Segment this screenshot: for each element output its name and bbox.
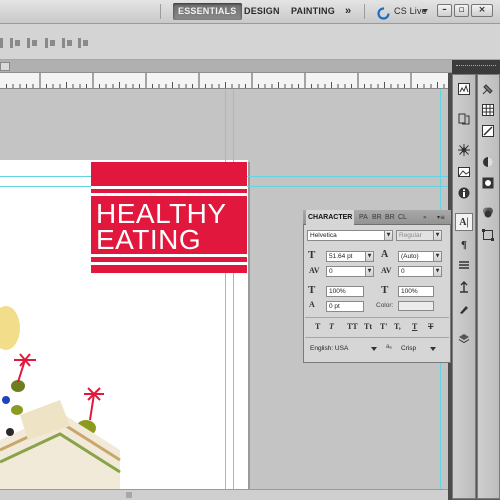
logo-stripe: [91, 186, 247, 189]
ruler-ticks: [6, 73, 445, 88]
tab-clone-source[interactable]: CL: [396, 210, 409, 225]
swatches-icon[interactable]: [481, 103, 495, 117]
history-icon[interactable]: [457, 112, 471, 126]
paragraph-icon[interactable]: ¶: [457, 238, 471, 252]
chevron-down-icon[interactable]: ▼: [433, 230, 442, 241]
divider: [305, 317, 449, 318]
chevron-down-icon[interactable]: [422, 9, 428, 13]
kerning-field[interactable]: 0: [326, 266, 366, 277]
color-swatch[interactable]: [398, 301, 434, 311]
toolbar-separator: [160, 4, 161, 19]
chevron-down-icon[interactable]: ▼: [433, 251, 442, 262]
chevron-down-icon[interactable]: ▼: [365, 251, 374, 262]
application-bar: ESSENTIALS DESIGN PAINTING » CS Live – ▫…: [0, 0, 500, 24]
food-photo: [0, 306, 121, 489]
options-bar: [0, 24, 500, 60]
chevron-down-icon[interactable]: ▼: [365, 266, 374, 277]
tab-character[interactable]: CHARACTER: [306, 210, 355, 225]
antialias-icon: aₐ: [386, 344, 392, 350]
all-caps-button[interactable]: TT: [347, 322, 358, 331]
tab-paragraph[interactable]: PA: [357, 210, 370, 225]
tracking-icon: AV: [381, 266, 392, 275]
info-icon[interactable]: [457, 186, 471, 200]
toolbar-separator: [364, 4, 365, 19]
more-workspaces-button[interactable]: »: [340, 3, 356, 20]
underline-button[interactable]: T: [412, 322, 417, 331]
chevron-right-icon[interactable]: »: [423, 214, 431, 221]
close-icon[interactable]: ×: [471, 4, 493, 17]
masks-icon[interactable]: [481, 155, 495, 169]
styles-icon[interactable]: [481, 124, 495, 138]
dock-grip[interactable]: [456, 65, 496, 68]
language-select[interactable]: English: USA: [307, 343, 365, 354]
chevron-down-icon[interactable]: [371, 347, 377, 351]
chevron-down-icon[interactable]: ▼: [384, 230, 393, 241]
guide-vertical[interactable]: [233, 89, 234, 489]
align-icon[interactable]: [0, 36, 100, 50]
chevron-down-icon[interactable]: [430, 347, 436, 351]
leading-field[interactable]: (Auto): [398, 251, 434, 262]
guide-vertical[interactable]: [225, 89, 226, 489]
font-family-field[interactable]: Helvetica: [307, 230, 385, 241]
baseline-shift-icon: A: [309, 300, 315, 309]
font-style-field[interactable]: Regular: [396, 230, 434, 241]
layers-icon[interactable]: [457, 332, 471, 346]
font-size-icon: T: [308, 249, 316, 261]
character-panel-icon[interactable]: A|: [455, 213, 473, 231]
restore-icon[interactable]: ▫: [454, 4, 469, 17]
superscript-button[interactable]: T': [380, 322, 388, 331]
color-label: Color:: [376, 302, 394, 309]
document-tab-strip: [0, 60, 452, 73]
clone-source-icon[interactable]: [457, 280, 471, 294]
horizontal-scrollbar[interactable]: [0, 489, 448, 500]
layer-mask-icon[interactable]: [481, 176, 495, 190]
small-caps-button[interactable]: Tt: [364, 322, 372, 331]
scroll-thumb[interactable]: [126, 492, 132, 498]
tool-presets-icon[interactable]: [457, 258, 471, 272]
workspace-design[interactable]: DESIGN: [239, 3, 285, 20]
faux-bold-button[interactable]: T: [315, 322, 320, 331]
logo-stripe: [91, 193, 247, 196]
workspace-essentials[interactable]: ESSENTIALS: [173, 3, 242, 20]
logo-stripe: [91, 262, 247, 265]
navigator-icon[interactable]: [481, 82, 495, 96]
histogram-icon[interactable]: [457, 82, 471, 96]
document-tab[interactable]: [0, 62, 10, 71]
font-size-field[interactable]: 51.64 pt: [326, 251, 366, 262]
panel-menu-icon[interactable]: ▾≡: [437, 214, 447, 221]
horizontal-scale-field[interactable]: 100%: [398, 286, 434, 297]
chevron-down-icon[interactable]: ▼: [433, 266, 442, 277]
character-panel-tabs: CHARACTER PA BR BR CL » ▾≡: [303, 210, 451, 225]
workspace-painting[interactable]: PAINTING: [286, 3, 340, 20]
channels-icon[interactable]: [481, 205, 495, 219]
horizontal-scale-icon: T: [381, 284, 389, 296]
dock-header: [452, 60, 500, 74]
minimize-icon[interactable]: –: [437, 4, 452, 17]
baseline-shift-field[interactable]: 0 pt: [326, 301, 364, 312]
kerning-icon: AV: [309, 266, 320, 275]
antialias-select[interactable]: Crisp: [398, 343, 430, 354]
tab-brush-presets[interactable]: BR: [383, 210, 397, 225]
divider: [305, 337, 449, 338]
tracking-field[interactable]: 0: [398, 266, 434, 277]
faux-italic-button[interactable]: T: [329, 322, 334, 331]
vertical-scale-field[interactable]: 100%: [326, 286, 364, 297]
horizontal-ruler[interactable]: [0, 73, 448, 89]
leading-icon: A: [381, 249, 389, 260]
image-icon[interactable]: [457, 165, 471, 179]
vertical-scale-icon: T: [308, 284, 316, 296]
subscript-button[interactable]: T,: [394, 322, 401, 331]
adjustments-icon[interactable]: [457, 143, 471, 157]
tab-brush[interactable]: BR: [370, 210, 384, 225]
logo-line-2: EATING: [96, 224, 202, 255]
paths-icon[interactable]: [481, 228, 495, 242]
strikethrough-button[interactable]: T: [428, 322, 433, 331]
brush-icon[interactable]: [457, 302, 471, 316]
